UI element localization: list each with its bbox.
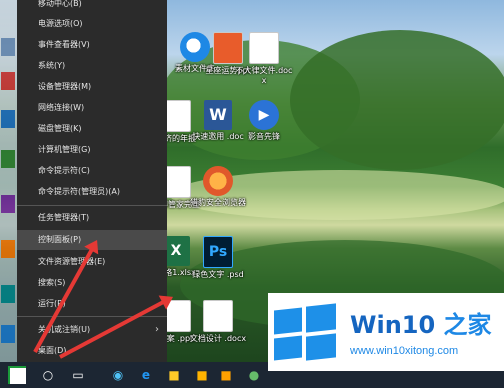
- desktop-icon-label: 影音先锋: [248, 132, 280, 141]
- desktop: 素材文件夹 星座运势ppt 不大律文件.docx 经济的年报 W 快速邀用 .d…: [0, 0, 504, 388]
- desktop-icon[interactable]: Ps 绿色文字 .psd: [188, 236, 248, 280]
- windows-logo-icon: [18, 376, 26, 384]
- computer-icon[interactable]: [1, 38, 15, 56]
- watermark-brand-b: 之家: [443, 311, 492, 339]
- word-icon: W: [204, 100, 232, 130]
- desktop-icon-label: 文档设计 .docx: [189, 334, 247, 343]
- tree-canopy: [290, 30, 504, 170]
- menu-item-event-viewer[interactable]: 事件查看器(V): [17, 35, 167, 55]
- app-icon[interactable]: ■: [192, 365, 212, 385]
- menu-item-file-explorer[interactable]: 文件资源管理器(E): [17, 252, 167, 272]
- media-player-icon: ▶: [249, 100, 279, 130]
- desktop-icon[interactable]: 文档设计 .docx: [188, 300, 248, 344]
- app-icon[interactable]: [1, 325, 15, 343]
- watermark-brand: Win10 之家: [350, 305, 492, 340]
- desktop-icon-label: 不大律文件.docx: [235, 66, 293, 85]
- windows-flag-logo: [274, 303, 336, 361]
- folder-icon[interactable]: ■: [164, 365, 184, 385]
- menu-separator: [17, 205, 167, 206]
- windows-logo-icon: [10, 368, 18, 376]
- desktop-icon-label: 猎豹安全浏览器: [190, 198, 246, 207]
- menu-item-search[interactable]: 搜索(S): [17, 273, 167, 293]
- desktop-icon[interactable]: ▶ 影音先锋: [234, 100, 294, 142]
- menu-item-mobility-center[interactable]: 移动中心(B): [17, 0, 167, 14]
- app-icon[interactable]: [1, 240, 15, 258]
- menu-item-power-options[interactable]: 电源选项(O): [17, 14, 167, 34]
- search-circle-icon[interactable]: ○: [38, 365, 58, 385]
- start-context-menu: 移动中心(B) 电源选项(O) 事件查看器(V) 系统(Y) 设备管理器(M) …: [17, 0, 167, 362]
- photoshop-icon: Ps: [203, 236, 233, 268]
- menu-item-command-prompt[interactable]: 命令提示符(C): [17, 161, 167, 181]
- menu-item-disk-management[interactable]: 磁盘管理(K): [17, 119, 167, 139]
- site-watermark: Win10 之家 www.win10xitong.com: [268, 293, 504, 371]
- app-icon[interactable]: [1, 285, 15, 303]
- app-icon[interactable]: ■: [216, 365, 236, 385]
- desktop-left-strip: [0, 0, 17, 362]
- start-button[interactable]: [8, 366, 26, 384]
- menu-item-device-manager[interactable]: 设备管理器(M): [17, 77, 167, 97]
- watermark-brand-a: Win10: [350, 311, 436, 339]
- menu-separator: [17, 316, 167, 317]
- app-icon[interactable]: [1, 195, 15, 213]
- desktop-icon-label: 绿色文字 .psd: [192, 270, 244, 279]
- menu-item-system[interactable]: 系统(Y): [17, 56, 167, 76]
- desktop-icon[interactable]: 猎豹安全浏览器: [188, 166, 248, 208]
- doc-icon: [249, 32, 279, 64]
- windows-logo-icon: [18, 368, 26, 376]
- menu-item-command-prompt-admin[interactable]: 命令提示符(管理员)(A): [17, 182, 167, 202]
- edge-browser-icon[interactable]: e: [136, 365, 156, 385]
- menu-item-network-connections[interactable]: 网络连接(W): [17, 98, 167, 118]
- task-view-icon[interactable]: ▭: [68, 365, 88, 385]
- acrobat-icon[interactable]: [1, 72, 15, 90]
- desktop-icon[interactable]: 不大律文件.docx: [234, 32, 294, 86]
- app-icon[interactable]: ●: [244, 365, 264, 385]
- app-icon[interactable]: [1, 150, 15, 168]
- menu-item-task-manager[interactable]: 任务管理器(T): [17, 208, 167, 228]
- chevron-right-icon: ›: [155, 324, 159, 335]
- app-icon[interactable]: [1, 110, 15, 128]
- watermark-url: www.win10xitong.com: [350, 345, 459, 357]
- app-circle-icon[interactable]: ◉: [108, 365, 128, 385]
- menu-item-computer-management[interactable]: 计算机管理(G): [17, 140, 167, 160]
- browser-icon: [203, 166, 233, 196]
- doc-icon: [203, 300, 233, 332]
- windows-logo-icon: [10, 376, 18, 384]
